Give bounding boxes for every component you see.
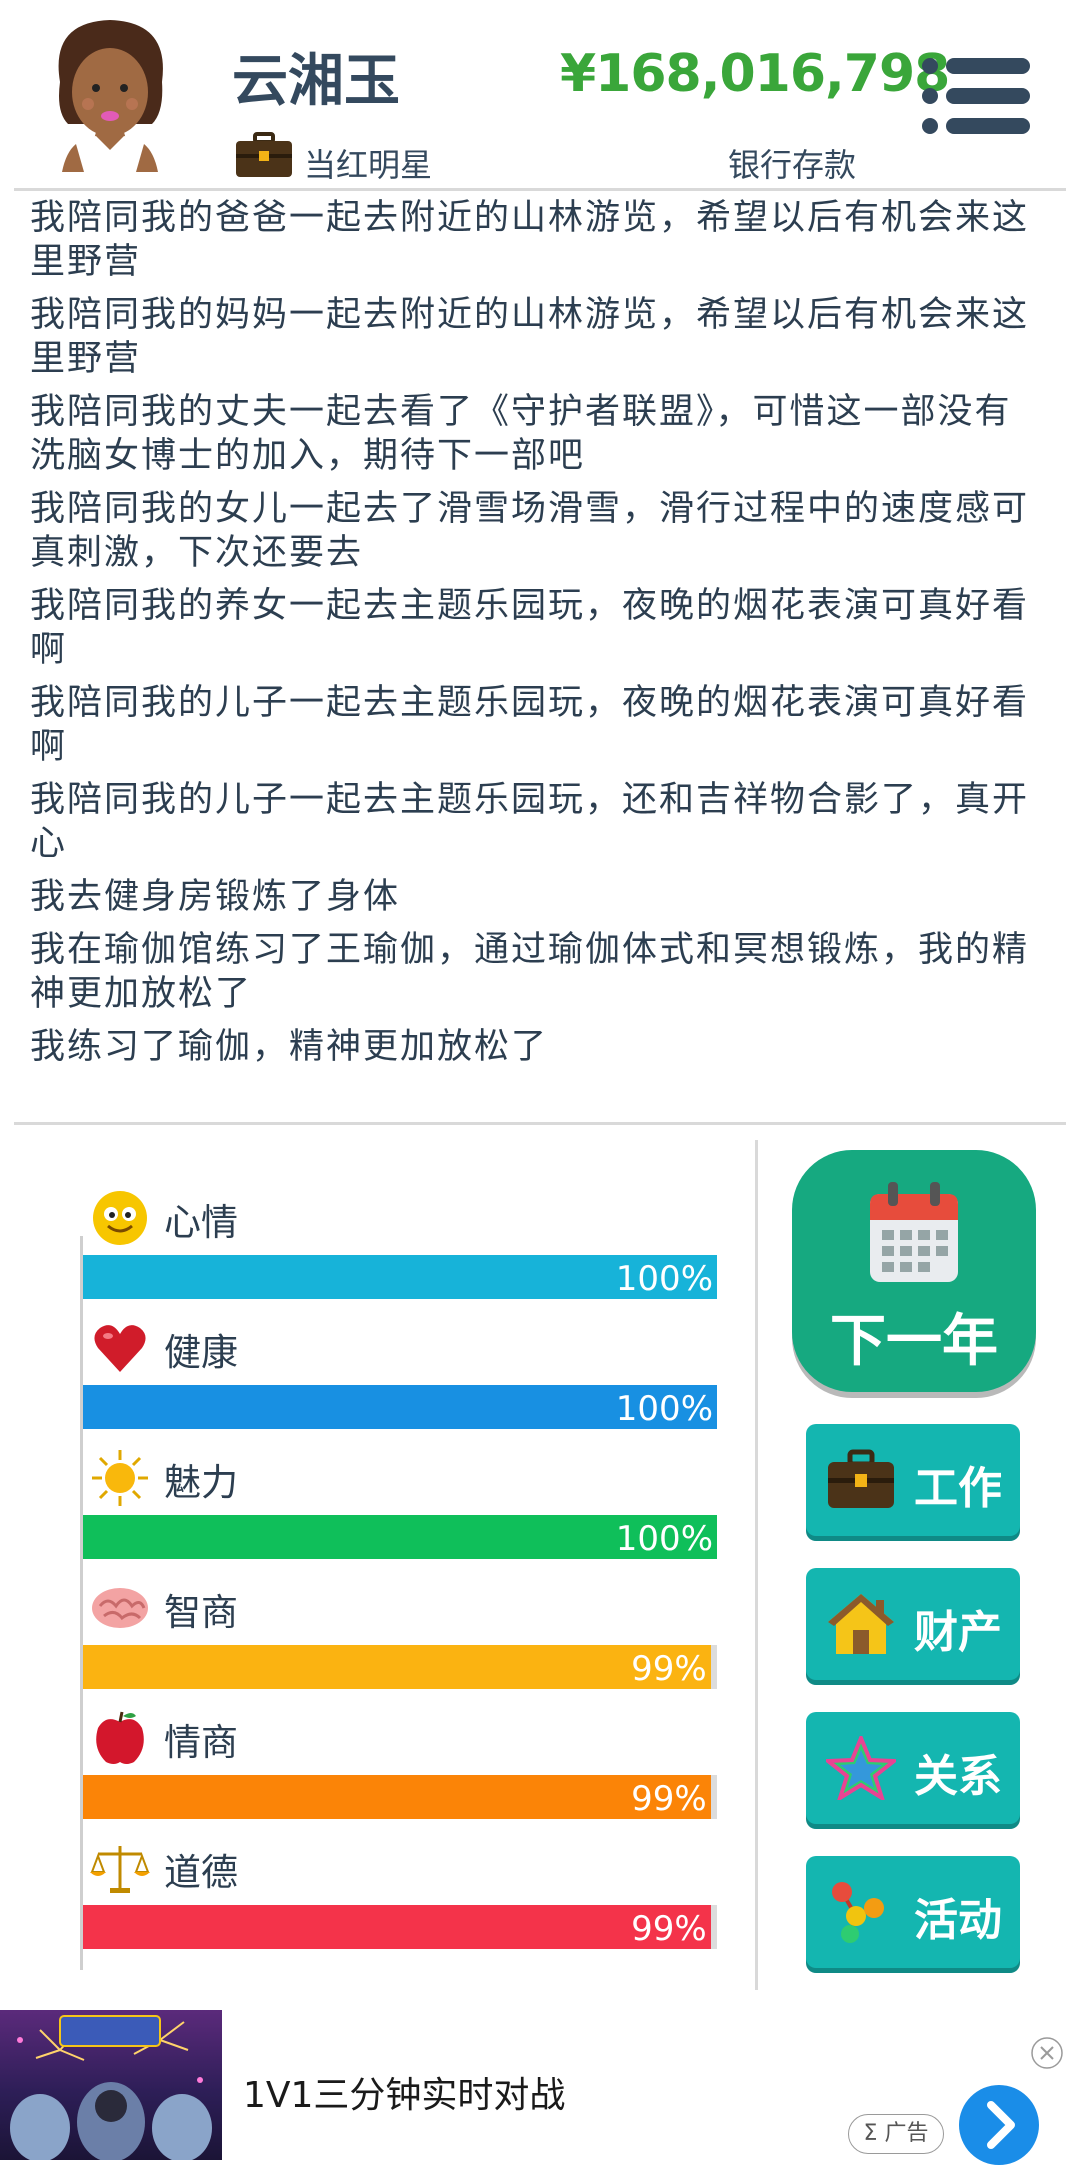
work-button[interactable]: 工作	[806, 1424, 1020, 1536]
stat-bar: 99%	[83, 1645, 717, 1689]
next-year-label: 下一年	[830, 1309, 998, 1374]
stat-bar: 99%	[83, 1905, 717, 1949]
stat-bar: 100%	[83, 1255, 717, 1299]
stat-label: 情商	[164, 1721, 238, 1764]
panel-divider	[755, 1140, 758, 1990]
activity-button[interactable]: 活动	[806, 1856, 1020, 1968]
stat-label: 道德	[164, 1851, 238, 1894]
activity-dots-icon	[832, 1882, 884, 1943]
woman-avatar-icon[interactable]	[40, 12, 180, 172]
bank-label: 银行存款	[728, 146, 857, 184]
log-entry: 我去健身房锻炼了身体	[30, 877, 401, 917]
stat-percent: 100%	[615, 1389, 713, 1429]
log-entry: 我陪同我的儿子一起去主题乐园玩，还和吉祥物合影了，真开心	[30, 780, 1030, 864]
stat-bar-fill: 100%	[83, 1255, 717, 1299]
ad-text[interactable]: 1V1三分钟实时对战	[243, 2066, 565, 2118]
next-year-button[interactable]: 下一年	[792, 1150, 1036, 1392]
log-entry: 我陪同我的女儿一起去了滑雪场滑雪，滑行过程中的速度感可真刺激，下次还要去	[30, 489, 1030, 573]
header-divider	[14, 188, 1066, 191]
stat-bar-fill: 99%	[83, 1645, 711, 1689]
close-icon[interactable]	[1030, 2036, 1064, 2070]
stat-bar-fill: 100%	[83, 1515, 717, 1559]
stat-percent: 99%	[631, 1779, 707, 1819]
stat-label: 智商	[164, 1591, 238, 1634]
smiley-icon	[93, 1191, 147, 1245]
character-name: 云湘玉	[232, 49, 400, 114]
stat-bar: 100%	[83, 1515, 717, 1559]
log-entry: 我陪同我的爸爸一起去附近的山林游览，希望以后有机会来这里野营	[30, 198, 1030, 282]
stat-row: 智商 99%	[80, 1570, 720, 1700]
stat-row: 健康 100%	[80, 1310, 720, 1440]
ad-badge: Σ 广告	[848, 2114, 944, 2154]
ad-open-button[interactable]	[959, 2085, 1039, 2165]
stat-row: 情商 99%	[80, 1700, 720, 1830]
log-divider	[14, 1122, 1066, 1125]
relations-label: 关系	[914, 1751, 1002, 1802]
stat-percent: 100%	[615, 1259, 713, 1299]
log-entry: 我陪同我的养女一起去主题乐园玩，夜晚的烟花表演可真好看啊	[30, 586, 1030, 670]
relations-button[interactable]: 关系	[806, 1712, 1020, 1824]
calendar-icon	[870, 1182, 958, 1282]
log-entry: 我陪同我的妈妈一起去附近的山林游览，希望以后有机会来这里野营	[30, 295, 1030, 379]
sun-icon	[92, 1450, 148, 1506]
property-button[interactable]: 财产	[806, 1568, 1020, 1680]
stat-row: 魅力 100%	[80, 1440, 720, 1570]
brain-icon	[92, 1588, 148, 1628]
scales-icon	[90, 1846, 150, 1893]
log-entry: 我在瑜伽馆练习了王瑜伽，通过瑜伽体式和冥想锻炼，我的精神更加放松了	[30, 930, 1030, 1014]
stat-bar: 99%	[83, 1775, 717, 1819]
log-entry: 我陪同我的丈夫一起去看了《守护者联盟》，可惜这一部没有洗脑女博士的加入，期待下一…	[30, 392, 1012, 476]
stat-percent: 99%	[631, 1649, 707, 1689]
apple-icon	[96, 1711, 144, 1764]
stats-panel: 心情 100% 健康 100% 魅力 100% 智商 99% 情商 99% 道德 99%	[80, 1180, 720, 1960]
fireworks-image	[10, 2015, 212, 2160]
briefcase-icon	[236, 132, 292, 177]
stat-bar-fill: 100%	[83, 1385, 717, 1429]
stat-bar-fill: 99%	[83, 1905, 711, 1949]
menu-list-icon[interactable]	[920, 56, 1030, 136]
chevron-right-icon	[987, 2101, 1015, 2149]
ad-banner[interactable]: 1V1三分钟实时对战 Σ 广告	[0, 2010, 1080, 2165]
stat-bar-fill: 99%	[83, 1775, 711, 1819]
house-icon	[828, 1594, 894, 1654]
stat-bar: 100%	[83, 1385, 717, 1429]
briefcase-icon	[828, 1449, 894, 1508]
stat-label: 健康	[164, 1331, 238, 1374]
header: 云湘玉 ¥168,016,798 当红明星 银行存款	[0, 0, 1080, 190]
ad-thumbnail[interactable]	[0, 2010, 222, 2160]
activity-label: 活动	[914, 1895, 1002, 1946]
stat-percent: 100%	[615, 1519, 713, 1559]
stat-label: 魅力	[164, 1461, 238, 1504]
job-title: 当红明星	[304, 146, 433, 184]
event-log[interactable]: 我陪同我的爸爸一起去附近的山林游览，希望以后有机会来这里野营 我陪同我的妈妈一起去…	[30, 196, 1030, 1076]
work-label: 工作	[914, 1463, 1002, 1514]
log-entry: 我练习了瑜伽，精神更加放松了	[30, 1027, 549, 1067]
bank-balance: ¥168,016,798	[560, 44, 950, 104]
stat-row: 心情 100%	[80, 1180, 720, 1310]
star-icon	[826, 1736, 896, 1800]
stat-label: 心情	[164, 1201, 238, 1244]
stat-percent: 99%	[631, 1909, 707, 1949]
stat-row: 道德 99%	[80, 1830, 720, 1960]
heart-icon	[94, 1325, 146, 1372]
log-entry: 我陪同我的儿子一起去主题乐园玩，夜晚的烟花表演可真好看啊	[30, 683, 1030, 767]
property-label: 财产	[914, 1607, 1002, 1658]
